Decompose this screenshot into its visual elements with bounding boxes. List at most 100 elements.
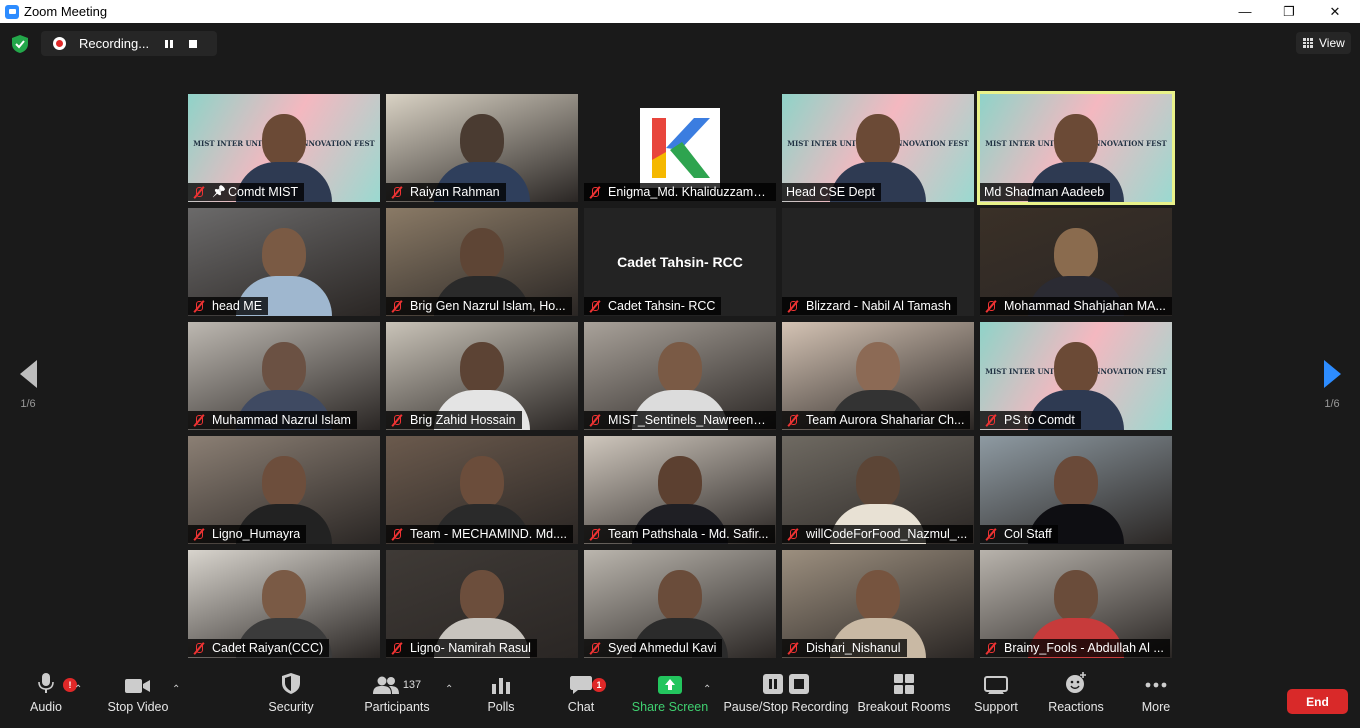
- chat-button[interactable]: 1 Chat: [563, 668, 606, 728]
- breakout-rooms-button[interactable]: Breakout Rooms: [857, 668, 951, 728]
- end-meeting-button[interactable]: End: [1287, 689, 1348, 714]
- encryption-shield-icon[interactable]: [12, 35, 28, 53]
- participant-name: PS to Comdt: [1004, 413, 1075, 427]
- participant-tile[interactable]: Team - MECHAMIND. Md....: [386, 436, 578, 544]
- pause-stop-recording-button[interactable]: Pause/Stop Recording: [723, 668, 849, 728]
- participant-tile[interactable]: Raiyan Rahman: [386, 94, 578, 202]
- participant-tile[interactable]: Muhammad Nazrul Islam: [188, 322, 380, 430]
- participant-tile[interactable]: Brig Gen Nazrul Islam, Ho...: [386, 208, 578, 316]
- participant-name: Team Pathshala - Md. Safir...: [608, 527, 769, 541]
- muted-microphone-icon: [984, 642, 997, 655]
- arrow-right-icon: [1323, 360, 1341, 388]
- muted-microphone-icon: [786, 300, 799, 313]
- stop-video-button[interactable]: Stop Video: [104, 668, 172, 728]
- participant-name: willCodeForFood_Nazmul_...: [806, 527, 968, 541]
- participant-tile[interactable]: Brainy_Fools - Abdullah Al ...: [980, 550, 1172, 658]
- muted-microphone-icon: [984, 300, 997, 313]
- k-logo-icon: [640, 108, 720, 188]
- reactions-button[interactable]: Reactions: [1046, 668, 1106, 728]
- participant-name-bar: Brainy_Fools - Abdullah Al ...: [980, 639, 1170, 657]
- chat-label: Chat: [567, 700, 595, 714]
- participant-tile[interactable]: Syed Ahmedul Kavi: [584, 550, 776, 658]
- reactions-smiley-icon: [1066, 672, 1086, 693]
- minimize-button[interactable]: —: [1222, 0, 1268, 23]
- participants-options-caret-icon[interactable]: ⌃: [445, 684, 453, 695]
- participant-tile[interactable]: Cadet Raiyan(CCC): [188, 550, 380, 658]
- participant-name-bar: Ligno- Namirah Rasul: [386, 639, 537, 657]
- participant-tile[interactable]: willCodeForFood_Nazmul_...: [782, 436, 974, 544]
- participant-tile[interactable]: Enigma_Md. Khaliduzzama...: [584, 94, 776, 202]
- polls-bar-chart-icon: [492, 678, 510, 694]
- pause-stop-recording-label: Pause/Stop Recording: [723, 700, 849, 714]
- chat-unread-badge: 1: [592, 678, 606, 692]
- more-label: More: [1141, 700, 1171, 714]
- pause-recording-button[interactable]: [157, 34, 181, 54]
- muted-microphone-icon: [192, 414, 205, 427]
- pause-icon: [165, 39, 173, 48]
- participant-tile[interactable]: Brig Zahid Hossain: [386, 322, 578, 430]
- participant-tile[interactable]: MIST INTER UNIVERSITY INNOVATION FEST 20…: [980, 322, 1172, 430]
- participant-name: head ME: [212, 299, 263, 313]
- participant-name: Cadet Tahsin- RCC: [608, 299, 716, 313]
- participant-name: Mohammad Shahjahan MA...: [1004, 299, 1166, 313]
- participant-name-bar: Ligno_Humayra: [188, 525, 307, 543]
- participant-name-bar: 📌 Comdt MIST: [188, 183, 305, 201]
- muted-microphone-icon: [786, 642, 799, 655]
- security-button[interactable]: Security: [264, 668, 318, 728]
- participant-name-bar: head ME: [188, 297, 269, 315]
- muted-microphone-icon: [390, 642, 403, 655]
- participant-tile[interactable]: Team Pathshala - Md. Safir...: [584, 436, 776, 544]
- more-dots-icon: [1145, 682, 1167, 688]
- participant-name: Team - MECHAMIND. Md....: [410, 527, 567, 541]
- maximize-button[interactable]: ❐: [1266, 0, 1312, 23]
- meeting-toolbar: ! Audio ⌃ Stop Video ⌃ Security 137 Part…: [0, 668, 1360, 728]
- participant-tile[interactable]: Col Staff: [980, 436, 1172, 544]
- participant-tile[interactable]: MIST_Sentinels_Nawreen_A...: [584, 322, 776, 430]
- more-button[interactable]: More: [1136, 668, 1176, 728]
- participant-name: Blizzard - Nabil Al Tamash: [806, 299, 951, 313]
- muted-microphone-icon: [984, 414, 997, 427]
- reactions-label: Reactions: [1048, 700, 1104, 714]
- participant-tile[interactable]: Blizzard - Nabil Al Tamash: [782, 208, 974, 316]
- participant-tile[interactable]: MIST INTER UNIVERSITY INNOVATION FEST 20…: [782, 94, 974, 202]
- support-button[interactable]: Support: [970, 668, 1022, 728]
- share-options-caret-icon[interactable]: ⌃: [703, 684, 711, 695]
- polls-button[interactable]: Polls: [482, 668, 520, 728]
- next-page-button[interactable]: 1/6: [1312, 336, 1352, 416]
- participant-tile[interactable]: MIST INTER UNIVERSITY INNOVATION FEST 20…: [188, 94, 380, 202]
- participant-name-bar: MIST_Sentinels_Nawreen_A...: [584, 411, 776, 429]
- participant-name-bar: Team Aurora Shahariar Ch...: [782, 411, 971, 429]
- participant-name-bar: Raiyan Rahman: [386, 183, 506, 201]
- previous-page-button[interactable]: 1/6: [8, 336, 48, 416]
- participant-tile[interactable]: Team Aurora Shahariar Ch...: [782, 322, 974, 430]
- participant-name: Head CSE Dept: [786, 185, 875, 199]
- participant-name-bar: Team Pathshala - Md. Safir...: [584, 525, 775, 543]
- participant-tile[interactable]: Ligno_Humayra: [188, 436, 380, 544]
- audio-button[interactable]: ! Audio: [22, 668, 77, 728]
- participant-tile[interactable]: Dishari_Nishanul: [782, 550, 974, 658]
- participant-tile[interactable]: Ligno- Namirah Rasul: [386, 550, 578, 658]
- audio-options-caret-icon[interactable]: ⌃: [74, 684, 82, 695]
- view-button[interactable]: View: [1296, 32, 1351, 54]
- video-options-caret-icon[interactable]: ⌃: [172, 684, 180, 695]
- close-button[interactable]: ✕: [1312, 0, 1358, 23]
- breakout-rooms-label: Breakout Rooms: [857, 700, 951, 714]
- participant-tile[interactable]: Mohammad Shahjahan MA...: [980, 208, 1172, 316]
- stop-recording-button[interactable]: [181, 34, 205, 54]
- participant-tile[interactable]: Cadet Tahsin- RCC Cadet Tahsin- RCC: [584, 208, 776, 316]
- audio-label: Audio: [30, 700, 62, 714]
- pause-stop-recording-icon: [763, 674, 809, 694]
- participant-tile[interactable]: head ME: [188, 208, 380, 316]
- participant-tile[interactable]: MIST INTER UNIVERSITY INNOVATION FEST 20…: [977, 91, 1175, 205]
- muted-microphone-icon: [588, 414, 601, 427]
- security-shield-icon: [282, 673, 300, 694]
- participant-name: Team Aurora Shahariar Ch...: [806, 413, 965, 427]
- video-camera-icon: [125, 679, 150, 693]
- participants-label: Participants: [364, 700, 430, 714]
- participant-name-bar: Brig Zahid Hossain: [386, 411, 522, 429]
- recording-label: Recording...: [79, 36, 150, 51]
- participant-name: Md Shadman Aadeeb: [984, 185, 1105, 199]
- share-screen-button[interactable]: Share Screen: [632, 668, 708, 728]
- microphone-icon: [38, 673, 54, 693]
- participants-button[interactable]: 137 Participants: [362, 668, 432, 728]
